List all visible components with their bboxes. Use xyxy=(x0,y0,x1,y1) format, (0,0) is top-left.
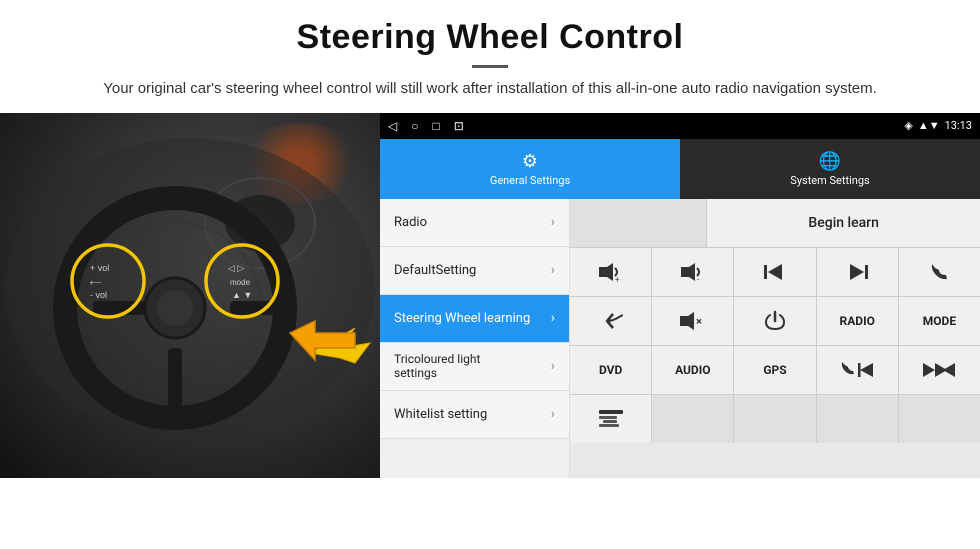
phone-prev-button[interactable] xyxy=(817,346,899,394)
ff-rew-icon xyxy=(921,361,957,379)
tab-system-label: System Settings xyxy=(790,174,869,187)
phone-prev-icon xyxy=(839,361,875,379)
empty-cell-3 xyxy=(734,395,816,443)
page-description: Your original car's steering wheel contr… xyxy=(60,78,920,101)
empty-cell-5 xyxy=(899,395,980,443)
begin-learn-button[interactable]: Begin learn xyxy=(707,199,980,247)
menu-item-steering[interactable]: Steering Wheel learning › xyxy=(380,295,569,343)
list-view-icon xyxy=(599,409,623,429)
chevron-right-icon: › xyxy=(551,262,555,278)
menu-list: Radio › DefaultSetting › Steering Wheel … xyxy=(380,199,570,478)
phone-icon xyxy=(928,262,950,282)
chevron-right-icon: › xyxy=(551,406,555,422)
svg-text:-: - xyxy=(697,275,700,283)
svg-text:▲ ▼: ▲ ▼ xyxy=(232,290,252,300)
tab-bar: ⚙ General Settings 🌐 System Settings xyxy=(380,139,980,199)
controls-row-1: Begin learn xyxy=(570,199,980,248)
steering-wheel-bg: ● + vol ⟵ - vol ◁ ▷ xyxy=(0,113,380,478)
tab-system-settings[interactable]: 🌐 System Settings xyxy=(680,139,980,199)
steering-wheel-svg: ● + vol ⟵ - vol ◁ ▷ xyxy=(0,133,380,463)
chevron-right-icon: › xyxy=(551,310,555,326)
svg-text:- vol: - vol xyxy=(90,290,107,300)
power-icon xyxy=(764,310,786,332)
controls-row-5 xyxy=(570,395,980,443)
page-title: Steering Wheel Control xyxy=(60,18,920,57)
phone-answer-button[interactable] xyxy=(899,248,980,296)
page-header: Steering Wheel Control Your original car… xyxy=(0,0,980,113)
next-track-button[interactable] xyxy=(817,248,899,296)
system-settings-icon: 🌐 xyxy=(819,151,841,172)
volume-up-icon: + xyxy=(597,261,625,283)
home-nav-icon[interactable]: ○ xyxy=(411,119,418,133)
audio-button[interactable]: AUDIO xyxy=(652,346,734,394)
status-bar-right: ◈ ▲▼ 13:13 xyxy=(904,119,972,132)
title-divider xyxy=(472,65,508,68)
back-icon xyxy=(599,312,623,330)
menu-item-tricoloured[interactable]: Tricoloured lightsettings › xyxy=(380,343,569,391)
screenshot-icon[interactable]: ⊡ xyxy=(454,119,464,133)
menu-default-label: DefaultSetting xyxy=(394,263,476,278)
status-bar-left: ◁ ○ □ ⊡ xyxy=(388,119,464,133)
clock: 13:13 xyxy=(945,119,972,132)
empty-cell-1 xyxy=(570,199,707,247)
gps-status-icon: ◈ xyxy=(904,119,912,132)
car-image-section: ● + vol ⟵ - vol ◁ ▷ xyxy=(0,113,380,478)
dvd-button[interactable]: DVD xyxy=(570,346,652,394)
menu-item-radio[interactable]: Radio › xyxy=(380,199,569,247)
svg-text:×: × xyxy=(696,315,702,328)
list-view-button[interactable] xyxy=(570,395,652,443)
svg-text:mode: mode xyxy=(230,278,251,287)
prev-track-icon xyxy=(764,263,786,281)
volume-down-button[interactable]: - xyxy=(652,248,734,296)
controls-row-4: DVD AUDIO GPS xyxy=(570,346,980,395)
menu-whitelist-label: Whitelist setting xyxy=(394,407,487,422)
back-nav-icon[interactable]: ◁ xyxy=(388,119,397,133)
chevron-right-icon: › xyxy=(551,358,555,374)
svg-text:◁ ▷: ◁ ▷ xyxy=(228,263,244,273)
android-panel: ◁ ○ □ ⊡ ◈ ▲▼ 13:13 ⚙ General Settings 🌐 … xyxy=(380,113,980,478)
menu-item-default[interactable]: DefaultSetting › xyxy=(380,247,569,295)
status-bar: ◁ ○ □ ⊡ ◈ ▲▼ 13:13 xyxy=(380,113,980,139)
svg-text:⟵: ⟵ xyxy=(90,278,102,287)
controls-panel: Begin learn + xyxy=(570,199,980,478)
general-settings-icon: ⚙ xyxy=(522,151,538,172)
power-button[interactable] xyxy=(734,297,816,345)
menu-item-whitelist[interactable]: Whitelist setting › xyxy=(380,391,569,439)
controls-row-3: × RADIO MODE xyxy=(570,297,980,346)
recent-nav-icon[interactable]: □ xyxy=(432,119,439,133)
radio-button[interactable]: RADIO xyxy=(817,297,899,345)
next-track-icon xyxy=(846,263,868,281)
signal-icon: ▲▼ xyxy=(918,119,940,132)
empty-cell-2 xyxy=(652,395,734,443)
back-button[interactable] xyxy=(570,297,652,345)
chevron-right-icon: › xyxy=(551,214,555,230)
tab-general-settings[interactable]: ⚙ General Settings xyxy=(380,139,680,199)
controls-row-2: + - xyxy=(570,248,980,297)
mute-button[interactable]: × xyxy=(652,297,734,345)
ff-rew-button[interactable] xyxy=(899,346,980,394)
tab-general-label: General Settings xyxy=(490,174,570,187)
volume-down-icon: - xyxy=(679,261,707,283)
menu-steering-label: Steering Wheel learning xyxy=(394,311,530,326)
gps-button[interactable]: GPS xyxy=(734,346,816,394)
empty-cell-4 xyxy=(817,395,899,443)
mute-icon: × xyxy=(678,310,708,332)
svg-text:+ vol: + vol xyxy=(90,263,109,273)
svg-text:+: + xyxy=(615,275,620,283)
main-content: ● + vol ⟵ - vol ◁ ▷ xyxy=(0,113,980,478)
menu-radio-label: Radio xyxy=(394,215,427,230)
menu-tricoloured-label: Tricoloured lightsettings xyxy=(394,352,480,380)
prev-track-button[interactable] xyxy=(734,248,816,296)
volume-up-button[interactable]: + xyxy=(570,248,652,296)
mode-button[interactable]: MODE xyxy=(899,297,980,345)
content-area: Radio › DefaultSetting › Steering Wheel … xyxy=(380,199,980,478)
